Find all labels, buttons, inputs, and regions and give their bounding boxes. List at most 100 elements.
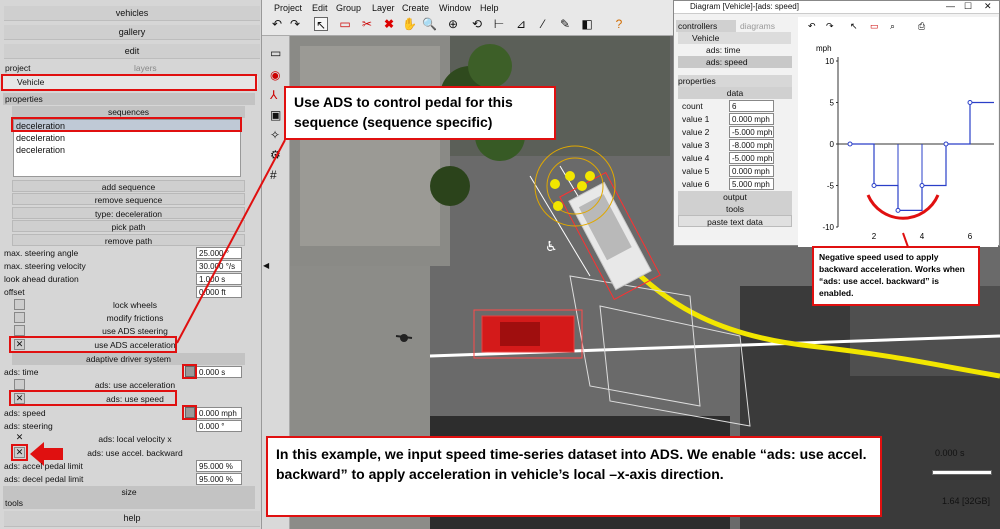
vehicles-button[interactable]: vehicles: [4, 6, 260, 21]
value-input[interactable]: -8.000 mph: [729, 139, 774, 151]
target-icon[interactable]: ◉: [270, 68, 280, 82]
value-input[interactable]: 0.000 mph: [729, 165, 774, 177]
chart-zoom-icon: ⌕: [890, 21, 895, 31]
cut-icon[interactable]: ✂: [360, 17, 374, 31]
vehicle-highlight: [1, 74, 257, 91]
tab-project[interactable]: project: [5, 62, 125, 74]
modify-frictions-checkbox[interactable]: [14, 312, 25, 323]
select-arrow-icon[interactable]: ↖: [314, 17, 328, 32]
svg-text:♿: ♿: [545, 239, 558, 255]
menu-create[interactable]: Create: [402, 3, 429, 13]
diagram-titlebar: Diagram [Vehicle]-[ads: speed] — ☐ ✕: [674, 1, 999, 14]
decel-pedal-input[interactable]: 95.000 %: [196, 473, 242, 485]
y-tick-label: 0: [830, 140, 835, 149]
pedal-callout: Use ADS to control pedal for this sequen…: [284, 86, 556, 140]
ads-header[interactable]: adaptive driver system: [12, 353, 245, 365]
ads-steering-input[interactable]: 0.000 °: [196, 420, 242, 432]
menu-edit[interactable]: Edit: [312, 3, 328, 13]
menu-layer[interactable]: Layer: [372, 3, 395, 13]
maximize-icon[interactable]: ☐: [964, 1, 972, 12]
delete-icon[interactable]: ✖: [382, 17, 396, 31]
rectangle-select-icon[interactable]: ▭: [338, 17, 352, 31]
ads-use-speed-highlight: [9, 390, 177, 406]
tab-controllers[interactable]: controllers: [676, 20, 736, 32]
accel-pedal-input[interactable]: 95.000 %: [196, 460, 242, 472]
ads-acceleration-highlight: [9, 336, 177, 353]
value-input[interactable]: -5.000 mph: [729, 126, 774, 138]
sequence-highlight: [11, 117, 242, 132]
x-tick-label: 6: [968, 232, 973, 241]
close-icon[interactable]: ✕: [984, 1, 992, 12]
y-tick-label: -10: [822, 223, 834, 232]
menu-project[interactable]: Project: [274, 3, 302, 13]
lock-wheels-checkbox[interactable]: [14, 299, 25, 310]
diagram-window: Diagram [Vehicle]-[ads: speed] — ☐ ✕ con…: [673, 0, 1000, 247]
chart-redo-icon: ↷: [826, 21, 834, 31]
move-icon[interactable]: ⊕: [446, 17, 460, 31]
tab-layers[interactable]: layers: [134, 62, 194, 74]
red-car: [473, 309, 583, 359]
local-velocity-checkbox[interactable]: ✕: [14, 433, 25, 444]
path-icon[interactable]: ⅄: [270, 88, 277, 102]
select-tool-icon[interactable]: ▭: [270, 46, 281, 60]
help-icon[interactable]: ?: [612, 17, 626, 31]
timeline-slider[interactable]: [932, 470, 992, 475]
ads-speed-input[interactable]: 0.000 mph: [196, 407, 242, 419]
zoom-icon[interactable]: 🔍: [422, 17, 437, 31]
y-tick-label: -5: [827, 182, 835, 191]
time-readout: 0.000 s: [935, 448, 965, 458]
value-input[interactable]: 0.000 mph: [729, 113, 774, 125]
tree-vehicle[interactable]: Vehicle: [678, 32, 791, 44]
data-header[interactable]: data: [678, 87, 792, 99]
menu-group[interactable]: Group: [336, 3, 361, 13]
ads-use-acceleration-checkbox[interactable]: [14, 379, 25, 390]
diagram-title: Diagram [Vehicle]-[ads: speed]: [690, 2, 799, 11]
help-button[interactable]: help: [4, 511, 260, 527]
minimize-icon[interactable]: —: [946, 1, 955, 11]
pan-icon[interactable]: ✋: [402, 17, 417, 31]
y-tick-label: 5: [830, 99, 835, 108]
pencil-icon[interactable]: ✎: [558, 17, 572, 31]
ruler-icon[interactable]: ⊿: [514, 17, 528, 31]
properties-label[interactable]: properties: [678, 75, 792, 87]
ads-time-input[interactable]: 0.000 s: [196, 366, 242, 378]
tree-ads-time[interactable]: ads: time: [678, 44, 792, 56]
redo-icon[interactable]: ↷: [288, 17, 302, 31]
paste-text-button[interactable]: paste text data: [678, 215, 792, 227]
count-input[interactable]: 6: [729, 100, 774, 112]
chart-unit-label: mph: [816, 44, 832, 53]
value-input[interactable]: 5.000 mph: [729, 178, 774, 190]
negative-arc: [866, 194, 940, 248]
tab-diagrams[interactable]: diagrams: [736, 20, 791, 32]
memory-readout: 1.64 [32GB]: [942, 496, 991, 506]
gallery-button[interactable]: gallery: [4, 25, 260, 40]
edit-button[interactable]: edit: [4, 44, 260, 59]
properties-header[interactable]: properties: [3, 93, 255, 105]
value-input[interactable]: -5.000 mph: [729, 152, 774, 164]
output-header[interactable]: output: [678, 191, 792, 203]
menu-help[interactable]: Help: [480, 3, 499, 13]
callout-connector: [176, 139, 286, 344]
menu-window[interactable]: Window: [439, 3, 471, 13]
tree-ads-speed[interactable]: ads: speed: [678, 56, 792, 68]
tools-header[interactable]: tools: [678, 203, 792, 215]
use-ads-steering-checkbox[interactable]: [14, 325, 25, 336]
shape-icon[interactable]: ◧: [580, 17, 594, 31]
rotate-icon[interactable]: ⟲: [470, 17, 484, 31]
y-tick-label: 10: [825, 57, 834, 66]
ads-time-highlight: [182, 364, 197, 379]
data-point: [967, 100, 973, 105]
negative-speed-callout: Negative speed used to apply backward ac…: [812, 246, 980, 306]
undo-icon[interactable]: ↶: [270, 17, 284, 31]
camera-icon[interactable]: ▣: [270, 108, 281, 122]
chart-select-icon: ↖: [850, 21, 858, 31]
ads-speed-highlight: [182, 405, 197, 420]
chart-undo-icon: ↶: [808, 21, 816, 31]
example-callout: In this example, we input speed time-ser…: [266, 436, 882, 517]
chart-rect-icon: ▭: [870, 21, 879, 31]
tools-header[interactable]: tools: [3, 497, 255, 509]
chart-print-icon: ⎙: [918, 21, 926, 31]
data-point: [847, 141, 853, 147]
line-icon[interactable]: ⁄: [536, 17, 550, 31]
measure-icon[interactable]: ⊢: [492, 17, 506, 31]
